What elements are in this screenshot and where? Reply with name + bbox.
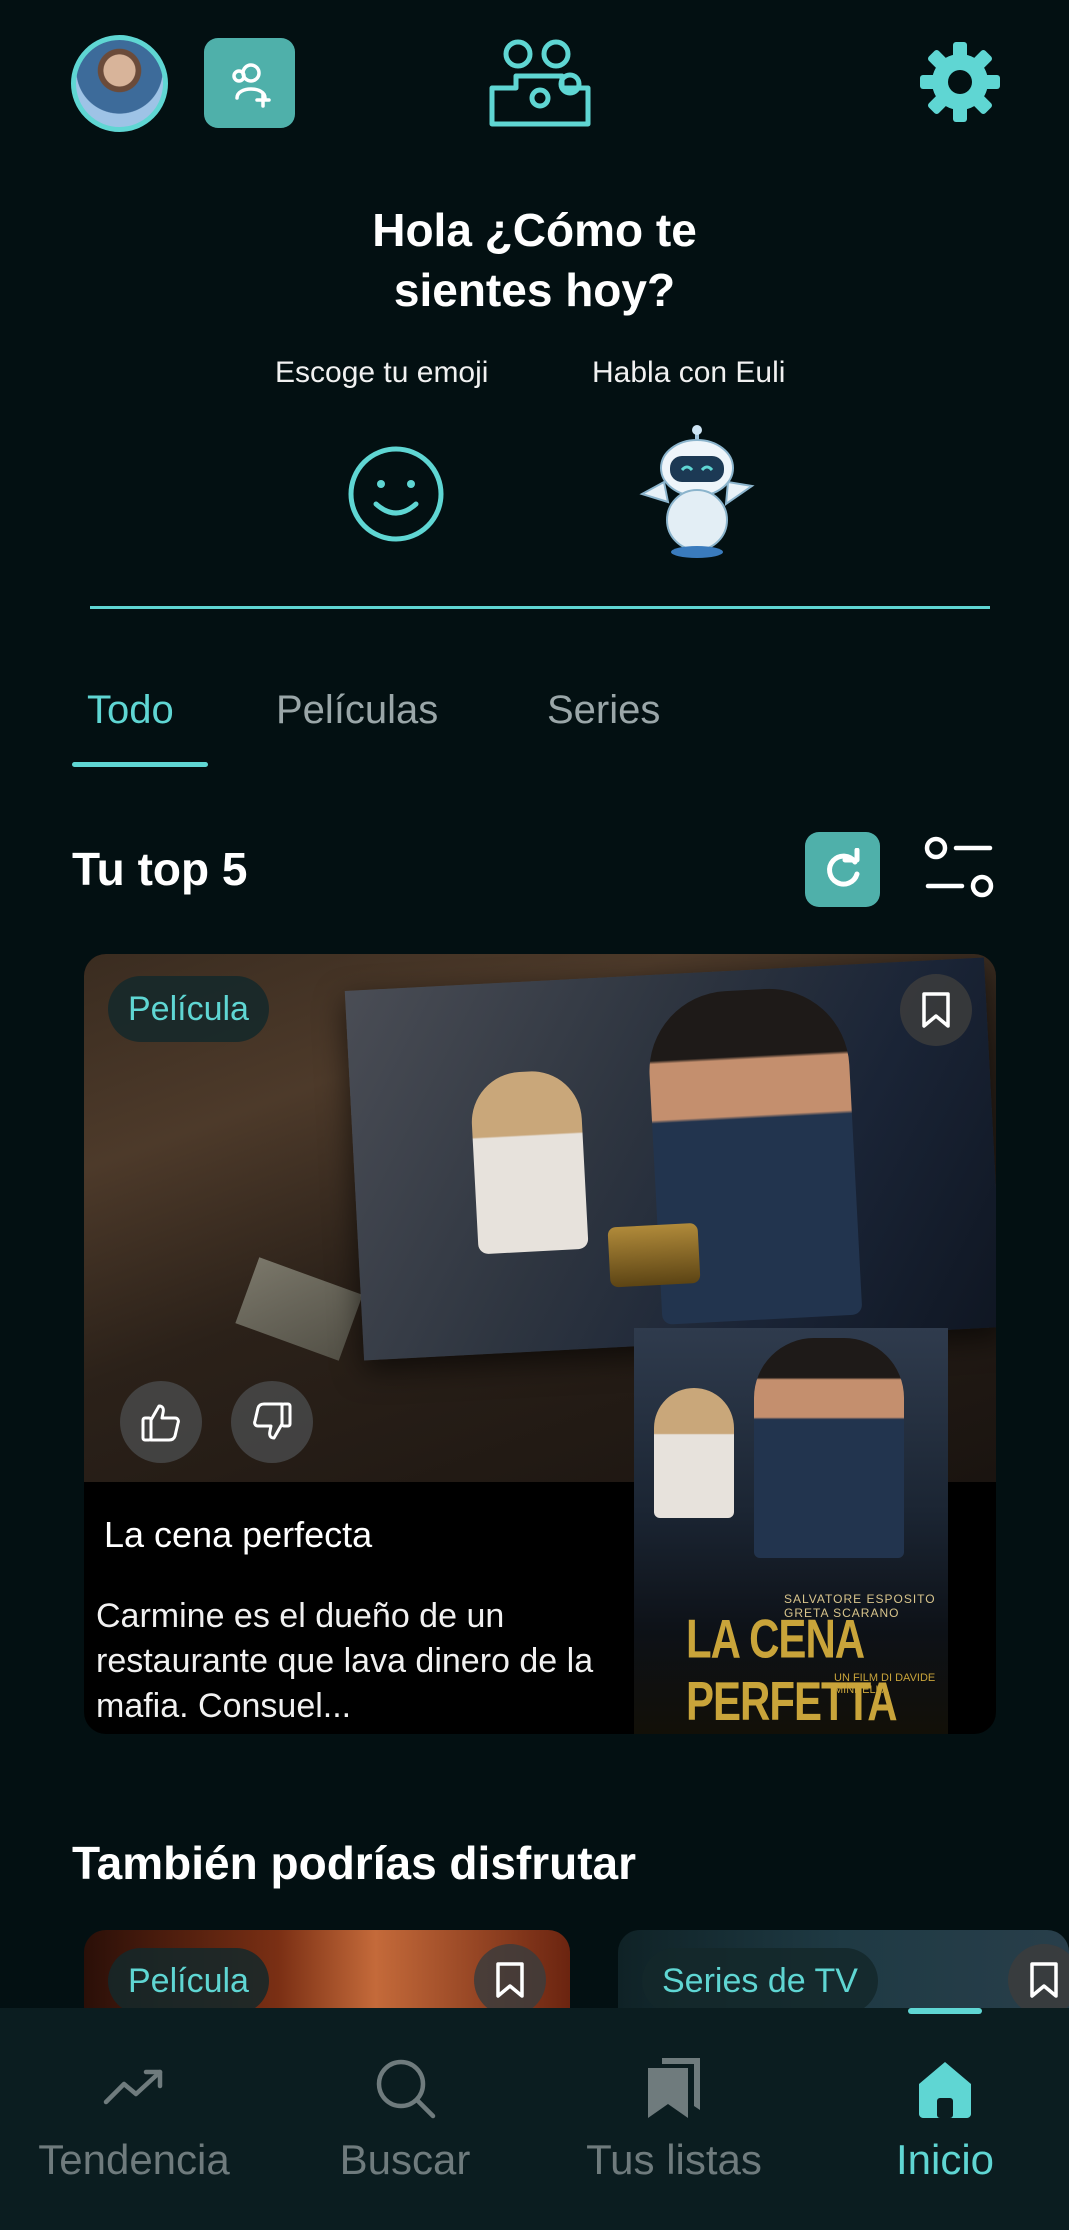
poster-director: UN FILM DI DAVIDE MINNELLA bbox=[834, 1672, 936, 1696]
greeting-title: Hola ¿Cómo te sientes hoy? bbox=[372, 204, 697, 316]
bookmark-icon bbox=[1030, 1962, 1058, 1998]
nav-inicio[interactable]: Inicio bbox=[835, 2008, 1055, 2230]
nav-buscar[interactable]: Buscar bbox=[295, 2008, 515, 2230]
chat-label: Habla con Euli bbox=[592, 356, 786, 389]
media-type-badge: Series de TV bbox=[642, 1948, 878, 2010]
thumbs-up-icon bbox=[141, 1404, 180, 1442]
emoji-label: Escoge tu emoji bbox=[275, 356, 489, 389]
filter-icon[interactable] bbox=[922, 834, 996, 904]
bookmark-button[interactable] bbox=[1008, 1944, 1069, 2010]
movie-title: La cena perfecta bbox=[104, 1514, 373, 1555]
add-user-button[interactable] bbox=[204, 38, 295, 128]
trending-icon bbox=[103, 2069, 163, 2105]
media-type-badge: Película bbox=[108, 976, 269, 1042]
nav-tendencia[interactable]: Tendencia bbox=[24, 2008, 244, 2230]
avatar[interactable] bbox=[71, 35, 168, 132]
active-tab-indicator bbox=[72, 762, 208, 767]
divider bbox=[90, 606, 990, 609]
nav-label: Tendencia bbox=[38, 2136, 230, 2183]
bookmark-button[interactable] bbox=[900, 974, 972, 1046]
recommendation-card[interactable]: Película bbox=[84, 1930, 570, 2010]
thumbs-down-icon bbox=[253, 1402, 292, 1440]
tab-todo[interactable]: Todo bbox=[87, 688, 174, 733]
nav-label: Tus listas bbox=[586, 2136, 762, 2183]
also-enjoy-title: También podrías disfrutar bbox=[72, 1837, 637, 1889]
settings-gear-icon[interactable] bbox=[918, 40, 1002, 124]
search-icon bbox=[376, 2059, 436, 2119]
bookmarks-icon bbox=[648, 2058, 700, 2118]
refresh-icon bbox=[826, 847, 859, 887]
smiley-emoji-icon[interactable] bbox=[346, 444, 446, 544]
tab-peliculas[interactable]: Películas bbox=[276, 688, 438, 733]
poster-title: LA CENA PERFETTA bbox=[686, 1608, 898, 1732]
tab-series[interactable]: Series bbox=[547, 688, 660, 733]
refresh-button[interactable] bbox=[805, 832, 880, 907]
bookmark-icon bbox=[922, 992, 950, 1028]
bookmark-button[interactable] bbox=[474, 1944, 546, 2010]
add-user-icon bbox=[231, 63, 271, 108]
movie-description: Carmine es el dueño de un restaurante qu… bbox=[96, 1597, 594, 1725]
dislike-button[interactable] bbox=[231, 1381, 313, 1463]
nav-label: Buscar bbox=[339, 2136, 471, 2183]
nav-label: Inicio bbox=[895, 2136, 995, 2183]
nav-tus-listas[interactable]: Tus listas bbox=[564, 2008, 784, 2230]
like-button[interactable] bbox=[120, 1381, 202, 1463]
top5-movie-card[interactable]: SALVATORE ESPOSITO GRETA SCARANO LA CENA… bbox=[84, 954, 996, 1734]
family-icon[interactable] bbox=[488, 36, 592, 132]
home-icon bbox=[919, 2062, 971, 2118]
media-type-badge: Película bbox=[108, 1948, 269, 2010]
recommendation-card[interactable]: Series de TV bbox=[618, 1930, 1069, 2010]
bookmark-icon bbox=[496, 1962, 524, 1998]
top5-title: Tu top 5 bbox=[72, 843, 248, 895]
euli-robot-icon[interactable] bbox=[634, 424, 760, 560]
home-screen: Hola ¿Cómo te sientes hoy? Escoge tu emo… bbox=[0, 0, 1069, 2230]
movie-poster: SALVATORE ESPOSITO GRETA SCARANO LA CENA… bbox=[634, 1328, 948, 1734]
